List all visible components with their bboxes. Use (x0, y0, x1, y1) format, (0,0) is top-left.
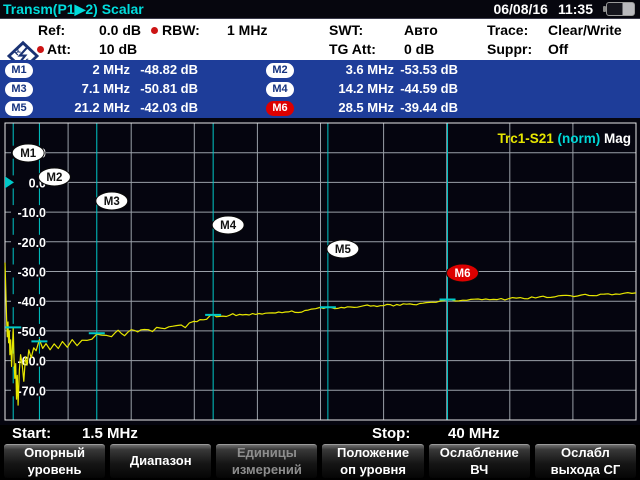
softkey-5[interactable]: Ослабление ВЧ (429, 444, 530, 478)
marker-balloon-label: M5 (335, 244, 352, 256)
tg-att-label: TG Att: (329, 41, 376, 57)
rbw-value: 1 MHz (227, 22, 267, 38)
marker-frequency: 14.2 MHz (296, 81, 394, 96)
marker-frequency: 2 MHz (34, 62, 130, 77)
title-bar: Transm(P1▶2) Scalar 06/08/16 11:35 (0, 0, 640, 19)
marker-balloon-label: M1 (20, 148, 37, 160)
trace-mode-label: Trace: (487, 22, 528, 38)
time-label: 11:35 (558, 1, 593, 17)
swt-value: Авто (404, 22, 438, 38)
softkey-3: Единицы измерений (216, 444, 317, 478)
ref-value: 0.0 dB (99, 22, 141, 38)
softkey-4[interactable]: Положение оп уровня (322, 444, 423, 478)
start-label: Start: (12, 425, 51, 442)
y-axis-label: -30.0 (18, 266, 47, 280)
marker-table: M12 MHz -48.82 dB M23.6 MHz -53.53 dB M37.1 … (0, 60, 640, 119)
suppr-label: Suppr: (487, 41, 532, 57)
marker-badge-m5: M5 (5, 101, 33, 116)
marker-badge-m2: M2 (266, 63, 294, 78)
trace-mode-value: Clear/Write (548, 22, 622, 38)
ref-label: Ref: (38, 22, 65, 38)
rbw-coupled-dot (151, 27, 158, 34)
start-value: 1.5 MHz (82, 425, 138, 442)
battery-icon (603, 3, 635, 16)
trace-plot: 10.00.0-10.0-20.0-30.0-40.0-50.0-60.0-70… (0, 118, 640, 425)
marker-frequency: 7.1 MHz (34, 81, 130, 96)
trace-descriptor-label: Trc1-S21 (norm) Mag (497, 131, 631, 146)
marker-level: -42.03 dB (134, 100, 198, 115)
softkey-6[interactable]: Ослабл выхода СГ (535, 444, 636, 478)
date-label: 06/08/16 (493, 1, 548, 17)
settings-header: R S Ref: 0.0 dB RBW: 1 MHz SWT: Авто Tra… (0, 19, 640, 60)
marker-frequency: 21.2 MHz (34, 100, 130, 115)
analyzer-screen: Transm(P1▶2) Scalar 06/08/16 11:35 R S R… (0, 0, 640, 480)
marker-frequency: 3.6 MHz (296, 62, 394, 77)
swt-label: SWT: (329, 22, 363, 38)
y-axis-label: -50.0 (18, 325, 47, 339)
softkey-bar: Опорный уровеньДиапазонЕдиницы измерений… (0, 443, 640, 480)
att-coupled-dot (37, 46, 44, 53)
marker-badge-m3: M3 (5, 82, 33, 97)
tg-att-value: 0 dB (404, 41, 434, 57)
stop-label: Stop: (372, 425, 410, 442)
stop-value: 40 MHz (448, 425, 500, 442)
marker-balloon-label: M6 (455, 268, 471, 280)
y-axis-label: -70.0 (18, 384, 47, 398)
rbw-label: RBW: (162, 22, 200, 38)
marker-badge-m4: M4 (266, 82, 294, 97)
marker-balloon-label: M4 (220, 220, 237, 232)
y-axis-label: -40.0 (18, 295, 47, 309)
suppr-value: Off (548, 41, 568, 57)
marker-badge-m6: M6 (266, 101, 294, 116)
marker-level: -39.44 dB (398, 100, 458, 115)
marker-badge-m1: M1 (5, 63, 33, 78)
marker-level: -44.59 dB (398, 81, 458, 96)
frequency-range-row: Start: 1.5 MHz Stop: 40 MHz (0, 425, 640, 443)
marker-level: -53.53 dB (398, 62, 458, 77)
marker-balloon-label: M2 (46, 172, 62, 184)
att-value: 10 dB (99, 41, 137, 57)
att-label: Att: (47, 41, 71, 57)
marker-frequency: 28.5 MHz (296, 100, 394, 115)
marker-level: -50.81 dB (134, 81, 198, 96)
marker-balloon-label: M3 (104, 196, 120, 208)
y-axis-label: -10.0 (18, 206, 47, 220)
marker-level: -48.82 dB (134, 62, 198, 77)
measurement-title: Transm(P1▶2) Scalar (3, 1, 144, 18)
softkey-2[interactable]: Диапазон (110, 444, 211, 478)
y-axis-label: -20.0 (18, 236, 47, 250)
softkey-1[interactable]: Опорный уровень (4, 444, 105, 478)
